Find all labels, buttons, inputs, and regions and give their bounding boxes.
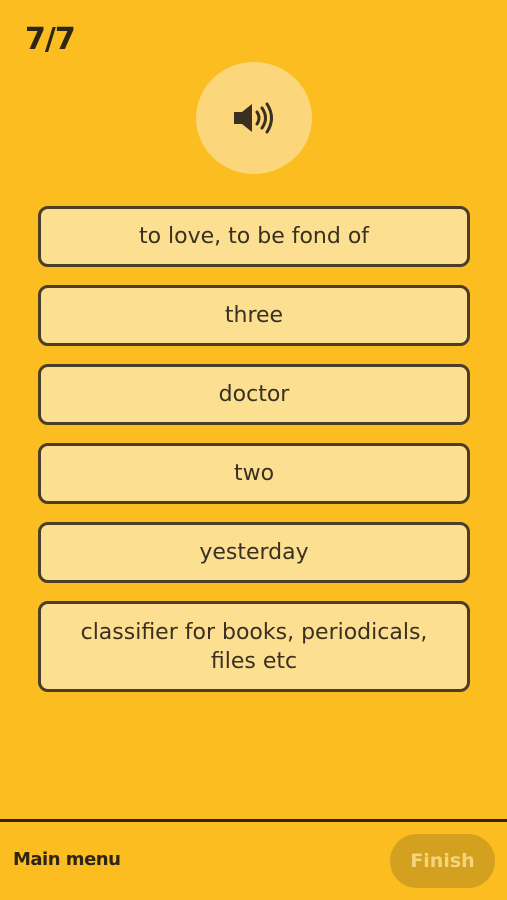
answer-option-label: doctor xyxy=(218,382,290,407)
answer-option[interactable]: classifier for books, periodicals, files… xyxy=(38,601,470,692)
play-audio-button[interactable] xyxy=(196,62,312,174)
answer-options: to love, to be fond of three doctor two … xyxy=(38,206,470,710)
answer-option[interactable]: doctor xyxy=(38,364,470,425)
answer-option-label: to love, to be fond of xyxy=(138,224,370,249)
main-menu-button[interactable]: Main menu xyxy=(13,849,121,870)
answer-option-label: two xyxy=(233,461,275,486)
footer-divider xyxy=(0,819,507,822)
speaker-icon xyxy=(234,102,273,134)
finish-button[interactable]: Finish xyxy=(390,834,495,888)
progress-counter: 7/7 xyxy=(25,22,76,57)
answer-option[interactable]: to love, to be fond of xyxy=(38,206,470,267)
finish-button-label: Finish xyxy=(410,850,475,872)
answer-option-label: classifier for books, periodicals, files… xyxy=(80,619,428,674)
answer-option[interactable]: yesterday xyxy=(38,522,470,583)
answer-option[interactable]: two xyxy=(38,443,470,504)
answer-option[interactable]: three xyxy=(38,285,470,346)
answer-option-label: yesterday xyxy=(199,540,309,565)
answer-option-label: three xyxy=(224,303,284,328)
